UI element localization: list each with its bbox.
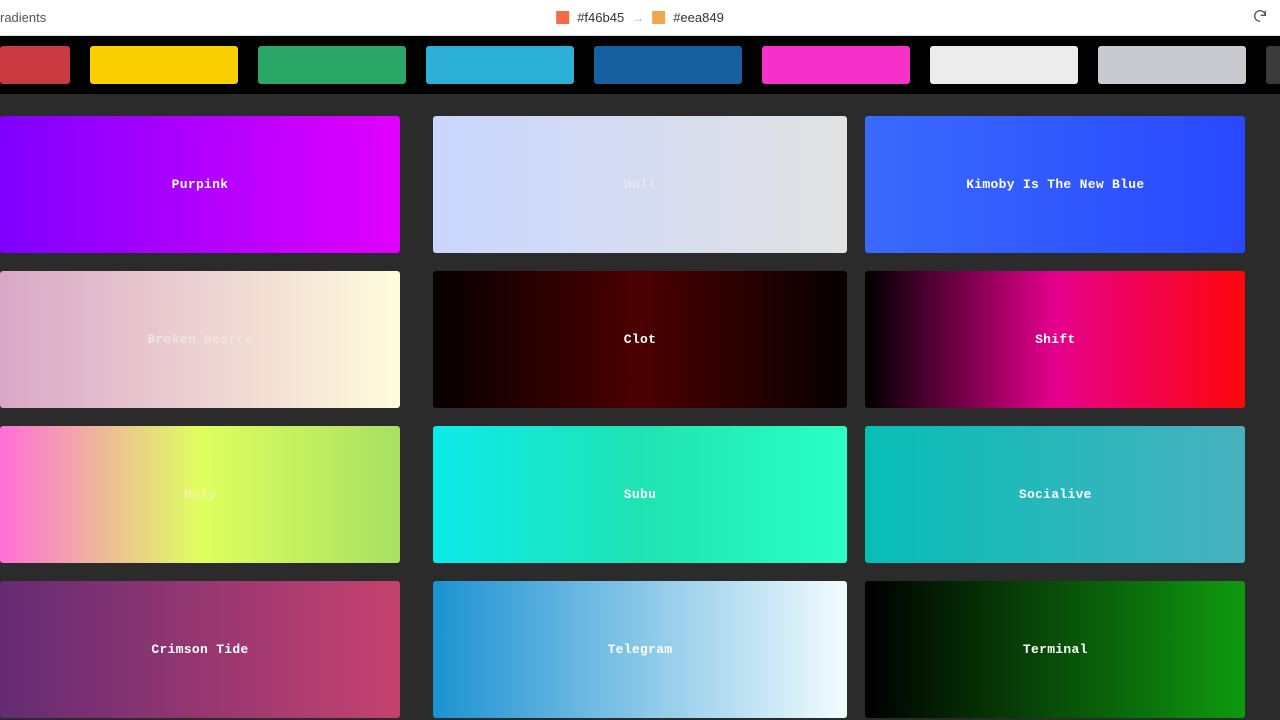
color-chip[interactable]: [594, 46, 742, 84]
gradient-name: Purpink: [172, 177, 229, 192]
gradient-card[interactable]: Broken Hearts: [0, 271, 400, 408]
gradient-card[interactable]: Holy: [0, 426, 400, 563]
swatch-to-icon: [652, 11, 665, 24]
gradient-card[interactable]: Dull: [433, 116, 848, 253]
color-chip[interactable]: [1098, 46, 1246, 84]
gradient-name: Telegram: [608, 642, 673, 657]
gradient-card[interactable]: Telegram: [433, 581, 848, 718]
current-gradient-readout: #f46b45 → #eea849: [556, 10, 724, 25]
gradient-name: Socialive: [1019, 487, 1092, 502]
gradient-name: Subu: [624, 487, 656, 502]
color-chip[interactable]: [0, 46, 70, 84]
color-chip[interactable]: [90, 46, 238, 84]
gradient-card[interactable]: Crimson Tide: [0, 581, 400, 718]
gradient-card[interactable]: Socialive: [865, 426, 1245, 563]
top-bar: radients #f46b45 → #eea849: [0, 0, 1280, 36]
gradient-card[interactable]: Shift: [865, 271, 1245, 408]
gradient-card[interactable]: Kimoby Is The New Blue: [865, 116, 1245, 253]
color-chip[interactable]: [426, 46, 574, 84]
gradient-name: Crimson Tide: [151, 642, 248, 657]
swatch-from-icon: [556, 11, 569, 24]
refresh-icon[interactable]: [1252, 8, 1268, 27]
gradient-name: Shift: [1035, 332, 1076, 347]
gradient-name: Dull: [624, 177, 656, 192]
gradient-grid: Purpink Dull Kimoby Is The New Blue Brok…: [0, 94, 1280, 718]
gradient-name: Terminal: [1023, 642, 1088, 657]
gradient-grid-area: Purpink Dull Kimoby Is The New Blue Brok…: [0, 94, 1280, 720]
gradient-card[interactable]: Clot: [433, 271, 848, 408]
page-title-fragment: radients: [0, 10, 46, 25]
color-chip[interactable]: [930, 46, 1078, 84]
gradient-card[interactable]: Purpink: [0, 116, 400, 253]
gradient-name: Holy: [184, 487, 216, 502]
gradient-name: Kimoby Is The New Blue: [966, 177, 1144, 192]
gradient-name: Clot: [624, 332, 656, 347]
gradient-name: Broken Hearts: [147, 332, 252, 347]
gradient-card[interactable]: Subu: [433, 426, 848, 563]
gradient-card[interactable]: Terminal: [865, 581, 1245, 718]
arrow-icon: →: [632, 11, 644, 25]
color-chip[interactable]: [1266, 46, 1280, 84]
color-chip[interactable]: [258, 46, 406, 84]
color-chip[interactable]: [762, 46, 910, 84]
color-filter-strip: [0, 36, 1280, 94]
hex-from-label: #f46b45: [577, 10, 624, 25]
hex-to-label: #eea849: [673, 10, 724, 25]
